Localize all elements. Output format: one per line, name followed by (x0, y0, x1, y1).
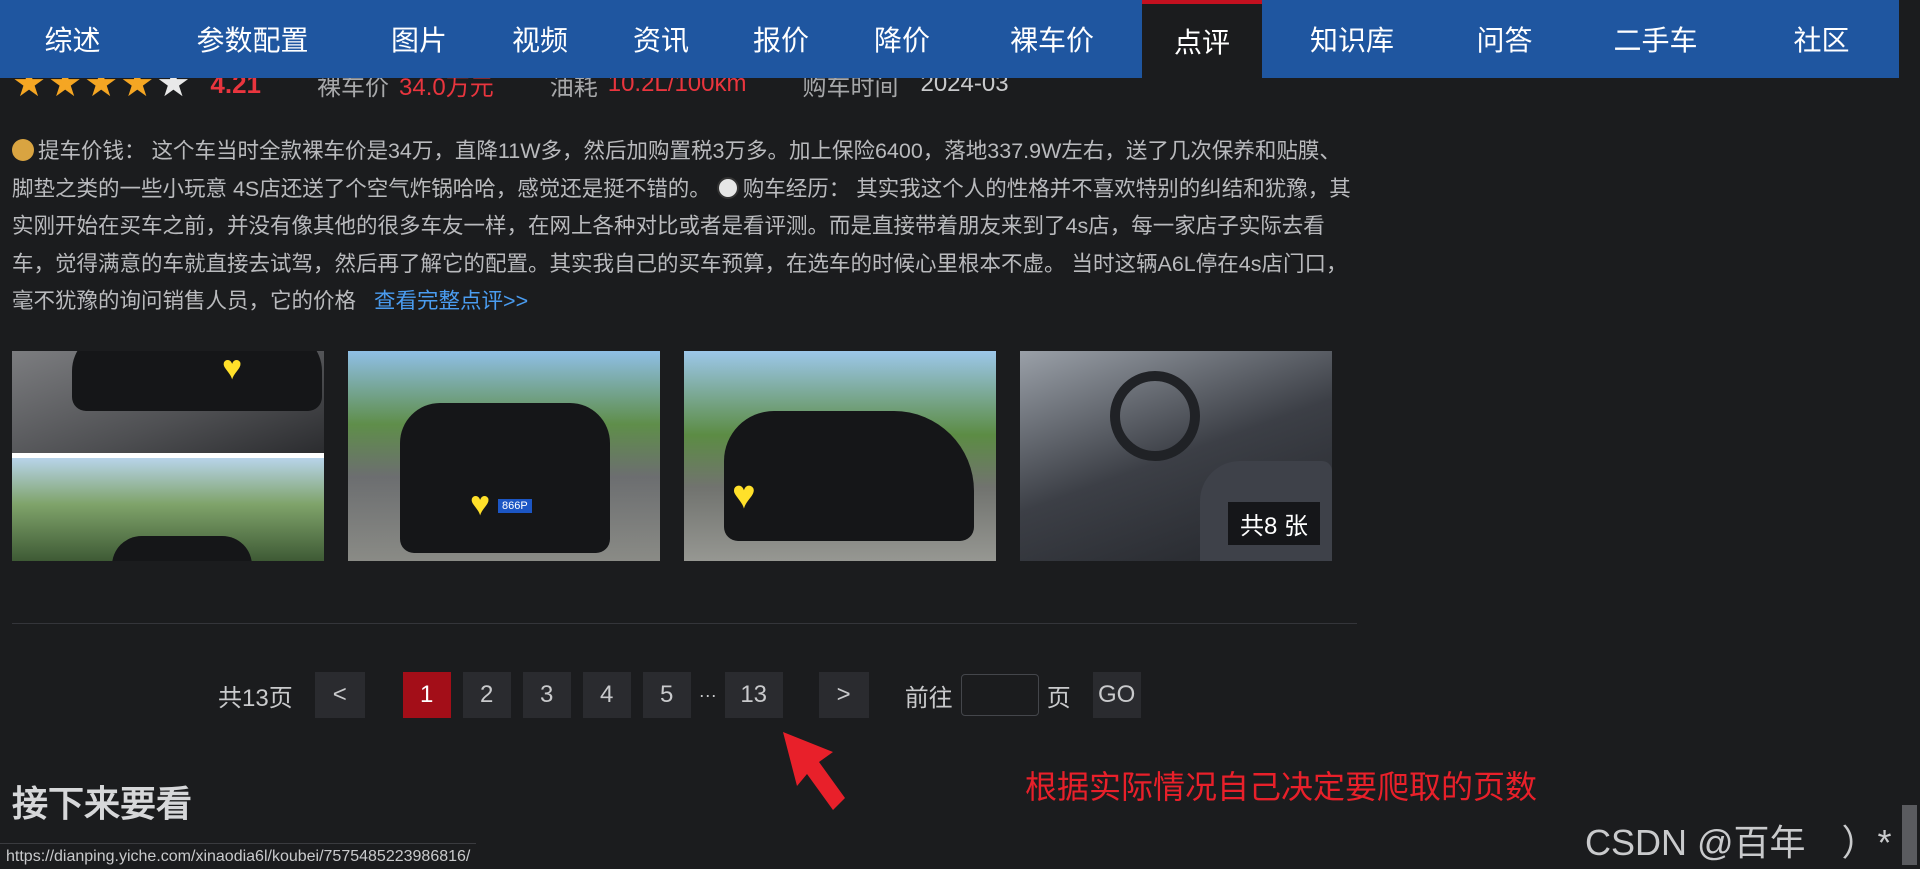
next-page-button[interactable]: > (818, 672, 869, 718)
clock-icon (716, 176, 739, 199)
nav-tab-discounts[interactable]: 降价 (842, 0, 962, 78)
review-photo-2[interactable]: ♥ 866P (348, 351, 660, 561)
total-pages: 共13页 (218, 684, 293, 712)
nav-tab-community[interactable]: 社区 (1744, 0, 1899, 78)
nav-tab-videos[interactable]: 视频 (478, 0, 602, 78)
pagination-ellipsis: ··· (698, 684, 717, 705)
page-button-1[interactable]: 1 (402, 672, 451, 718)
prev-page-button[interactable]: < (314, 672, 365, 718)
nav-tab-news[interactable]: 资讯 (602, 0, 720, 78)
view-full-review-link[interactable]: 查看完整点评>> (374, 289, 528, 313)
money-bag-icon (12, 139, 34, 161)
annotation-text: 根据实际情况自己决定要爬取的页数 (1025, 769, 1538, 805)
scrollbar[interactable] (1899, 0, 1920, 869)
review-photo-1[interactable]: ♥ (12, 351, 324, 561)
nav-tab-bare-price[interactable]: 裸车价 (962, 0, 1142, 78)
watermark: CSDN @百年 ）* (1585, 822, 1892, 863)
red-arrow-icon (783, 732, 845, 810)
heart-sticker-icon: ♥ (732, 473, 756, 517)
nav-tab-reviews[interactable]: 点评 (1142, 0, 1262, 78)
heart-sticker-icon: ♥ (470, 485, 491, 523)
nav-tab-photos[interactable]: 图片 (360, 0, 478, 78)
steering-wheel-shape (1110, 371, 1200, 461)
review-photo-3[interactable]: ♥ (684, 351, 996, 561)
car-shape (724, 411, 974, 541)
go-button[interactable]: GO (1092, 672, 1141, 718)
next-section-title: 接下来要看 (12, 783, 193, 824)
car-shape (400, 403, 610, 553)
nav-tab-quotes[interactable]: 报价 (720, 0, 842, 78)
car-shape (112, 536, 252, 561)
nav-tab-knowledge[interactable]: 知识库 (1262, 0, 1442, 78)
heart-sticker-icon: ♥ (222, 351, 243, 387)
page-button-2[interactable]: 2 (462, 672, 511, 718)
page-unit-label: 页 (1046, 684, 1071, 712)
review-photos: ♥ ♥ 866P ♥ 共8 张 (12, 351, 1332, 561)
pagination: 共13页 < 1 2 3 4 5 ··· 13 > 前往 页 GO (218, 672, 1141, 718)
photo-car-front-closeup: ♥ (12, 351, 324, 453)
section-divider (12, 623, 1357, 624)
page-button-5[interactable]: 5 (642, 672, 691, 718)
license-plate: 866P (498, 499, 532, 513)
photo-count-badge: 共8 张 (1227, 502, 1320, 545)
page-number-input[interactable] (960, 674, 1039, 716)
nav-tab-specs[interactable]: 参数配置 (145, 0, 360, 78)
car-shape (72, 351, 322, 411)
scrollbar-thumb[interactable] (1902, 805, 1917, 865)
page-button-4[interactable]: 4 (582, 672, 631, 718)
page-button-13[interactable]: 13 (724, 672, 783, 718)
page-button-3[interactable]: 3 (522, 672, 571, 718)
review-text: 提车价钱： 这个车当时全款裸车价是34万，直降11W多，然后加购置税3万多。加上… (12, 133, 1357, 321)
nav-tab-used-cars[interactable]: 二手车 (1567, 0, 1744, 78)
photo-trees (12, 458, 324, 561)
nav-tab-overview[interactable]: 综述 (0, 0, 145, 78)
nav-tab-qa[interactable]: 问答 (1442, 0, 1567, 78)
top-nav: 综述 参数配置 图片 视频 资讯 报价 降价 裸车价 点评 知识库 问答 二手车… (0, 0, 1899, 78)
goto-label: 前往 (904, 684, 953, 712)
review-photo-4[interactable]: 共8 张 (1020, 351, 1332, 561)
status-bar-url: https://dianping.yiche.com/xinaodia6l/ko… (0, 843, 477, 869)
